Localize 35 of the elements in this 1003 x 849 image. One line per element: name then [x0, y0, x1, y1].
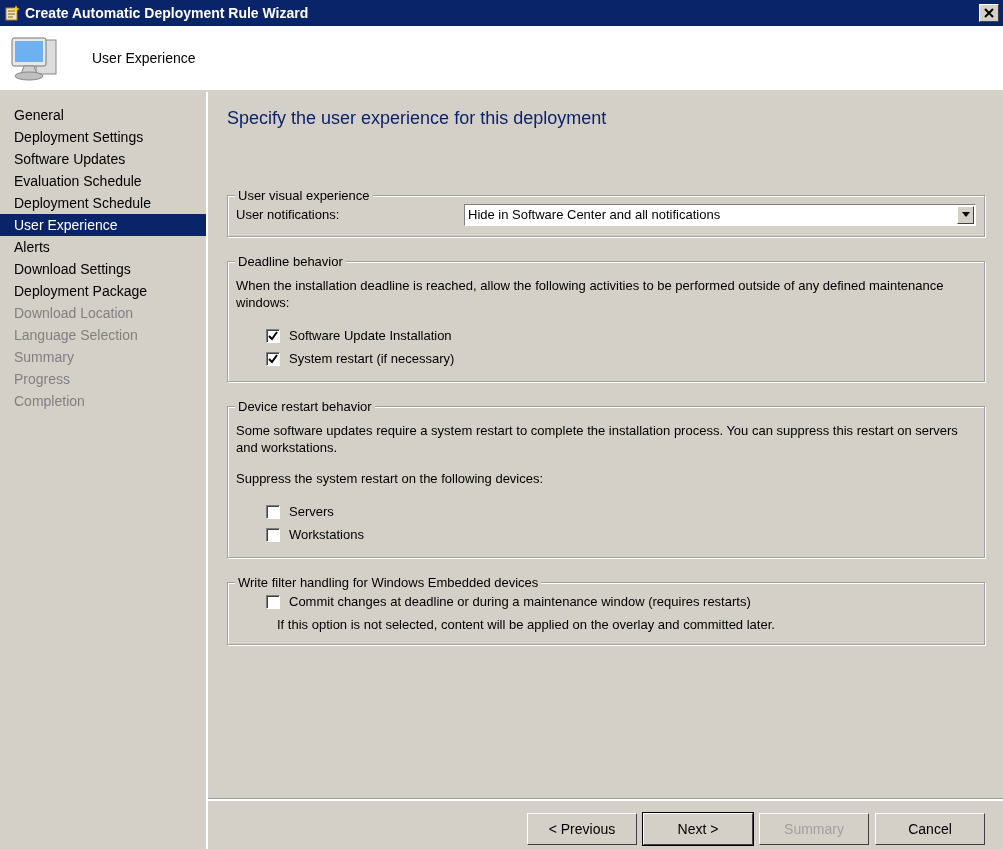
checkbox-label: System restart (if necessary) [289, 350, 455, 369]
checkbox-label: Workstations [289, 526, 364, 545]
sidebar-item[interactable]: Alerts [0, 236, 206, 258]
wizard-button[interactable]: Cancel [875, 813, 985, 845]
note-text: If this option is not selected, content will be applied on the overlay and committed later. [276, 615, 776, 634]
sidebar-item[interactable]: Deployment Schedule [0, 192, 206, 214]
wizard-button[interactable]: Next > [643, 813, 753, 845]
wizard-button[interactable]: < Previous [527, 813, 637, 845]
sidebar-item[interactable]: User Experience [0, 214, 206, 236]
checkbox-label: Commit changes at deadline or during a maintenance window (requires restarts) [289, 593, 751, 612]
sidebar-item[interactable]: General [0, 104, 206, 126]
checkbox[interactable] [266, 505, 280, 520]
checkbox[interactable] [266, 595, 280, 610]
description-text: When the installation deadline is reached, allow the following activities to be performed outside of any defined maintenance windows: [236, 276, 945, 311]
sidebar-item[interactable]: Deployment Settings [0, 126, 206, 148]
description-text: Some software updates require a system restart to complete the installation process. You can suppress this restart on servers and workstations. [236, 421, 959, 456]
checkbox[interactable] [266, 352, 280, 367]
dropdown[interactable]: Hide in Software Center and all notifications [464, 203, 976, 226]
close-icon [984, 8, 994, 18]
sidebar-item[interactable]: Deployment Package [0, 280, 206, 302]
sidebar-item[interactable]: Evaluation Schedule [0, 170, 206, 192]
page-heading: Specify the user experience for this deployment [227, 108, 608, 130]
checkbox[interactable] [266, 329, 280, 344]
sidebar-item[interactable]: Download Settings [0, 258, 206, 280]
checkbox-label: Servers [289, 503, 334, 522]
wizard-icon [4, 5, 20, 21]
sidebar-item[interactable]: Software Updates [0, 148, 206, 170]
dropdown-arrow-icon [961, 212, 970, 218]
description-text: Suppress the system restart on the following devices: [236, 469, 545, 487]
checkbox[interactable] [266, 528, 280, 543]
window-title: Create Automatic Deployment Rule Wizard [25, 3, 310, 23]
field-label: User notifications: [236, 205, 341, 224]
checkbox-label: Software Update Installation [289, 327, 452, 346]
close-button[interactable] [979, 4, 999, 22]
page-title: User Experience [92, 48, 196, 68]
